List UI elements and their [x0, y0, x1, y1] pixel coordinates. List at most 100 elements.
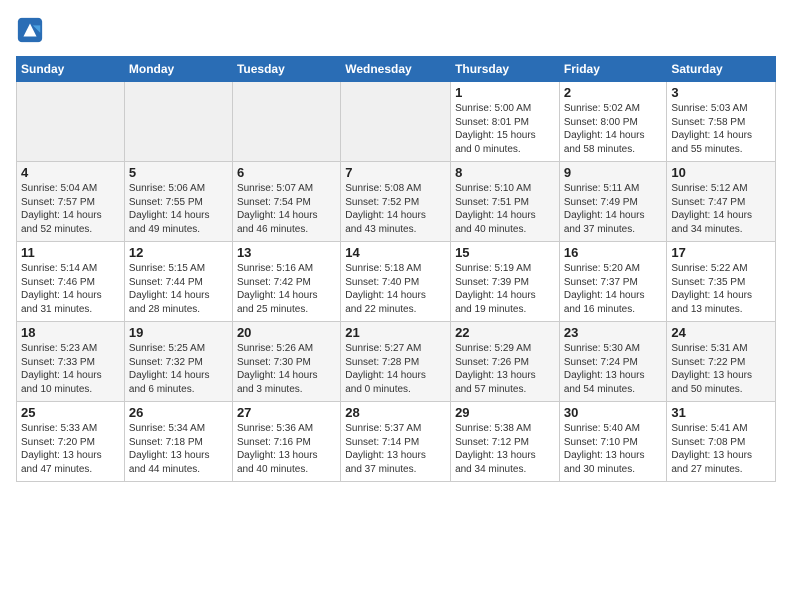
calendar-day-cell: 5 Sunrise: 5:06 AMSunset: 7:55 PMDaylight…: [124, 162, 232, 242]
calendar-day-cell: 24 Sunrise: 5:31 AMSunset: 7:22 PMDayligh…: [667, 322, 776, 402]
calendar-day-cell: 17 Sunrise: 5:22 AMSunset: 7:35 PMDayligh…: [667, 242, 776, 322]
day-info: Sunrise: 5:02 AMSunset: 8:00 PMDaylight:…: [564, 102, 663, 156]
day-info: Sunrise: 5:16 AMSunset: 7:42 PMDaylight:…: [237, 262, 336, 316]
day-info: Sunrise: 5:20 AMSunset: 7:37 PMDaylight:…: [564, 262, 663, 316]
calendar-day-cell: 21 Sunrise: 5:27 AMSunset: 7:28 PMDayligh…: [341, 322, 451, 402]
calendar-day-cell: 30 Sunrise: 5:40 AMSunset: 7:10 PMDayligh…: [559, 402, 667, 482]
calendar-day-cell: 9 Sunrise: 5:11 AMSunset: 7:49 PMDaylight…: [559, 162, 667, 242]
calendar-day-cell: 20 Sunrise: 5:26 AMSunset: 7:30 PMDayligh…: [232, 322, 340, 402]
day-info: Sunrise: 5:33 AMSunset: 7:20 PMDaylight:…: [21, 422, 120, 476]
day-number: 27: [237, 405, 336, 420]
calendar-day-cell: 8 Sunrise: 5:10 AMSunset: 7:51 PMDaylight…: [451, 162, 560, 242]
calendar-week-row: 25 Sunrise: 5:33 AMSunset: 7:20 PMDayligh…: [17, 402, 776, 482]
logo-icon: [16, 16, 44, 44]
day-info: Sunrise: 5:34 AMSunset: 7:18 PMDaylight:…: [129, 422, 228, 476]
day-info: Sunrise: 5:22 AMSunset: 7:35 PMDaylight:…: [671, 262, 771, 316]
day-number: 19: [129, 325, 228, 340]
day-info: Sunrise: 5:00 AMSunset: 8:01 PMDaylight:…: [455, 102, 555, 156]
calendar-day-cell: 12Sunrise: 5:15 AMSunset: 7:44 PMDayligh…: [124, 242, 232, 322]
day-info: Sunrise: 5:36 AMSunset: 7:16 PMDaylight:…: [237, 422, 336, 476]
day-info: Sunrise: 5:37 AMSunset: 7:14 PMDaylight:…: [345, 422, 446, 476]
day-info: Sunrise: 5:26 AMSunset: 7:30 PMDaylight:…: [237, 342, 336, 396]
calendar-day-cell: 16Sunrise: 5:20 AMSunset: 7:37 PMDayligh…: [559, 242, 667, 322]
day-info: Sunrise: 5:27 AMSunset: 7:28 PMDaylight:…: [345, 342, 446, 396]
day-info: Sunrise: 5:18 AMSunset: 7:40 PMDaylight:…: [345, 262, 446, 316]
day-number: 22: [455, 325, 555, 340]
day-number: 26: [129, 405, 228, 420]
day-number: 5: [129, 165, 228, 180]
day-info: Sunrise: 5:29 AMSunset: 7:26 PMDaylight:…: [455, 342, 555, 396]
day-info: Sunrise: 5:07 AMSunset: 7:54 PMDaylight:…: [237, 182, 336, 236]
day-of-week-header: Thursday: [451, 57, 560, 82]
calendar-day-cell: 22 Sunrise: 5:29 AMSunset: 7:26 PMDayligh…: [451, 322, 560, 402]
day-info: Sunrise: 5:19 AMSunset: 7:39 PMDaylight:…: [455, 262, 555, 316]
day-number: 20: [237, 325, 336, 340]
calendar-day-cell: 6 Sunrise: 5:07 AMSunset: 7:54 PMDaylight…: [232, 162, 340, 242]
day-number: 25: [21, 405, 120, 420]
day-number: 7: [345, 165, 446, 180]
calendar-day-cell: 3Sunrise: 5:03 AMSunset: 7:58 PMDaylight…: [667, 82, 776, 162]
calendar-day-cell: [341, 82, 451, 162]
day-info: Sunrise: 5:38 AMSunset: 7:12 PMDaylight:…: [455, 422, 555, 476]
day-number: 31: [671, 405, 771, 420]
calendar-day-cell: 25 Sunrise: 5:33 AMSunset: 7:20 PMDayligh…: [17, 402, 125, 482]
calendar-day-cell: 23Sunrise: 5:30 AMSunset: 7:24 PMDayligh…: [559, 322, 667, 402]
calendar-table: SundayMondayTuesdayWednesdayThursdayFrid…: [16, 56, 776, 482]
day-info: Sunrise: 5:25 AMSunset: 7:32 PMDaylight:…: [129, 342, 228, 396]
day-info: Sunrise: 5:41 AMSunset: 7:08 PMDaylight:…: [671, 422, 771, 476]
day-number: 1: [455, 85, 555, 100]
day-info: Sunrise: 5:10 AMSunset: 7:51 PMDaylight:…: [455, 182, 555, 236]
day-number: 4: [21, 165, 120, 180]
day-number: 8: [455, 165, 555, 180]
calendar-day-cell: [17, 82, 125, 162]
day-of-week-header: Tuesday: [232, 57, 340, 82]
calendar-day-cell: [124, 82, 232, 162]
day-number: 17: [671, 245, 771, 260]
day-number: 13: [237, 245, 336, 260]
calendar-week-row: 11Sunrise: 5:14 AMSunset: 7:46 PMDayligh…: [17, 242, 776, 322]
day-info: Sunrise: 5:06 AMSunset: 7:55 PMDaylight:…: [129, 182, 228, 236]
calendar-day-cell: 11Sunrise: 5:14 AMSunset: 7:46 PMDayligh…: [17, 242, 125, 322]
calendar-day-cell: 26 Sunrise: 5:34 AMSunset: 7:18 PMDayligh…: [124, 402, 232, 482]
day-number: 30: [564, 405, 663, 420]
calendar-header-row: SundayMondayTuesdayWednesdayThursdayFrid…: [17, 57, 776, 82]
calendar-day-cell: 18 Sunrise: 5:23 AMSunset: 7:33 PMDayligh…: [17, 322, 125, 402]
day-number: 2: [564, 85, 663, 100]
calendar-week-row: 18 Sunrise: 5:23 AMSunset: 7:33 PMDayligh…: [17, 322, 776, 402]
calendar-day-cell: 1 Sunrise: 5:00 AMSunset: 8:01 PMDaylight…: [451, 82, 560, 162]
day-of-week-header: Sunday: [17, 57, 125, 82]
day-info: Sunrise: 5:40 AMSunset: 7:10 PMDaylight:…: [564, 422, 663, 476]
day-info: Sunrise: 5:12 AMSunset: 7:47 PMDaylight:…: [671, 182, 771, 236]
day-number: 10: [671, 165, 771, 180]
day-number: 14: [345, 245, 446, 260]
day-of-week-header: Friday: [559, 57, 667, 82]
day-number: 24: [671, 325, 771, 340]
day-info: Sunrise: 5:08 AMSunset: 7:52 PMDaylight:…: [345, 182, 446, 236]
calendar-day-cell: 10 Sunrise: 5:12 AMSunset: 7:47 PMDayligh…: [667, 162, 776, 242]
day-of-week-header: Wednesday: [341, 57, 451, 82]
day-of-week-header: Saturday: [667, 57, 776, 82]
logo: [16, 16, 48, 44]
calendar-day-cell: [232, 82, 340, 162]
day-info: Sunrise: 5:31 AMSunset: 7:22 PMDaylight:…: [671, 342, 771, 396]
day-info: Sunrise: 5:11 AMSunset: 7:49 PMDaylight:…: [564, 182, 663, 236]
day-number: 15: [455, 245, 555, 260]
day-info: Sunrise: 5:03 AMSunset: 7:58 PMDaylight:…: [671, 102, 771, 156]
calendar-day-cell: 7 Sunrise: 5:08 AMSunset: 7:52 PMDaylight…: [341, 162, 451, 242]
day-number: 9: [564, 165, 663, 180]
day-number: 6: [237, 165, 336, 180]
day-info: Sunrise: 5:30 AMSunset: 7:24 PMDaylight:…: [564, 342, 663, 396]
calendar-day-cell: 27 Sunrise: 5:36 AMSunset: 7:16 PMDayligh…: [232, 402, 340, 482]
calendar-week-row: 1 Sunrise: 5:00 AMSunset: 8:01 PMDaylight…: [17, 82, 776, 162]
calendar-day-cell: 31 Sunrise: 5:41 AMSunset: 7:08 PMDayligh…: [667, 402, 776, 482]
day-info: Sunrise: 5:04 AMSunset: 7:57 PMDaylight:…: [21, 182, 120, 236]
calendar-day-cell: 15 Sunrise: 5:19 AMSunset: 7:39 PMDayligh…: [451, 242, 560, 322]
day-number: 11: [21, 245, 120, 260]
calendar-day-cell: 19 Sunrise: 5:25 AMSunset: 7:32 PMDayligh…: [124, 322, 232, 402]
calendar-week-row: 4 Sunrise: 5:04 AMSunset: 7:57 PMDaylight…: [17, 162, 776, 242]
day-number: 21: [345, 325, 446, 340]
day-info: Sunrise: 5:23 AMSunset: 7:33 PMDaylight:…: [21, 342, 120, 396]
day-number: 12: [129, 245, 228, 260]
day-number: 18: [21, 325, 120, 340]
calendar-day-cell: 4 Sunrise: 5:04 AMSunset: 7:57 PMDaylight…: [17, 162, 125, 242]
